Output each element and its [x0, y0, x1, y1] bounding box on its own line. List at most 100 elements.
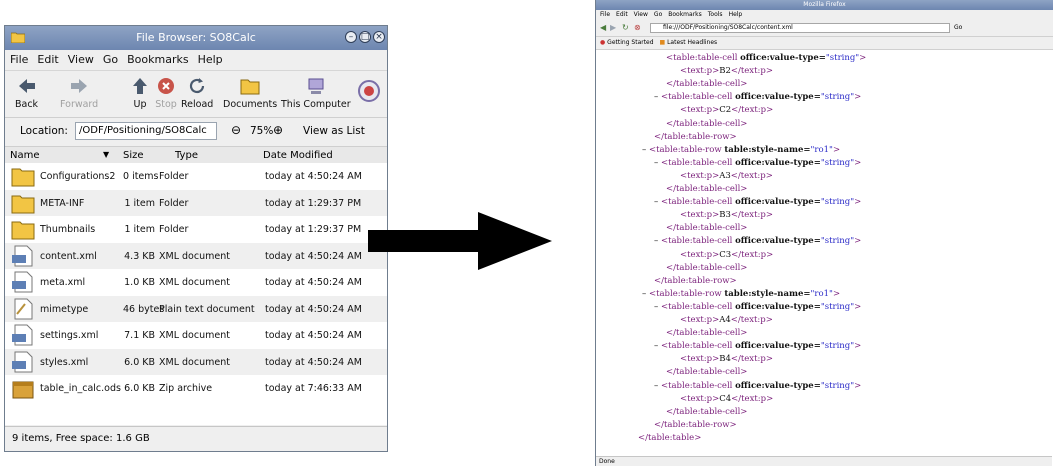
- xml-line[interactable]: – <table:table-row table:style-name="ro1…: [642, 145, 840, 155]
- browser-menu-view[interactable]: View: [634, 11, 648, 18]
- browser-titlebar[interactable]: Mozilla Firefox: [596, 0, 1053, 10]
- browser-menu-help[interactable]: Help: [729, 11, 743, 18]
- stop-button[interactable]: Stop: [155, 75, 177, 110]
- forward-button[interactable]: Forward: [60, 75, 98, 110]
- file-row[interactable]: mimetype 46 bytes Plain text document today…: [5, 295, 387, 322]
- xml-tag-close: >: [832, 288, 841, 299]
- xml-line[interactable]: – <table:table-cell office:value-type="s…: [654, 341, 861, 351]
- zoom-out-icon[interactable]: ⊖: [231, 123, 241, 137]
- zoom-level[interactable]: 75%: [250, 125, 273, 137]
- xml-text: B2: [719, 66, 731, 77]
- file-row[interactable]: Configurations2 0 items Folder today at 4:5…: [5, 163, 387, 189]
- browser-menu-go[interactable]: Go: [654, 11, 662, 18]
- file-row[interactable]: settings.xml 7.1 KB XML document today at 4…: [5, 322, 387, 348]
- xml-tag: </table:table>: [638, 432, 702, 443]
- xml-line[interactable]: – <table:table-cell office:value-type="s…: [654, 381, 861, 391]
- xml-end-tag: </text:p>: [731, 249, 774, 260]
- xml-tag: <table:table-cell: [660, 92, 736, 103]
- file-row[interactable]: meta.xml 1.0 KB XML document today at 4:50:…: [5, 269, 387, 295]
- xml-line: </table:table-cell>: [666, 367, 747, 377]
- location-input[interactable]: /ODF/Positioning/SO8Calc: [75, 122, 217, 140]
- documents-button[interactable]: Documents: [223, 75, 277, 110]
- menu-edit[interactable]: Edit: [32, 50, 62, 66]
- close-button[interactable]: ×: [373, 31, 385, 43]
- bookmark-getting-started[interactable]: Getting Started: [607, 39, 653, 46]
- file-row[interactable]: Thumbnails 1 item Folder today at 1:29:37 P…: [5, 216, 387, 242]
- collapse-toggle[interactable]: –: [642, 145, 646, 155]
- file-row[interactable]: styles.xml 6.0 KB XML document today at 4:5…: [5, 348, 387, 375]
- menu-go[interactable]: Go: [98, 50, 122, 66]
- reload-icon: [190, 78, 205, 94]
- sort-descending-icon[interactable]: ▼: [103, 150, 109, 159]
- browser-menu-edit[interactable]: Edit: [616, 11, 628, 18]
- collapse-toggle[interactable]: –: [654, 236, 658, 246]
- minimize-button[interactable]: –: [345, 31, 357, 43]
- xml-tag-close: >: [859, 53, 867, 63]
- file-browser-titlebar[interactable]: File Browser: SO8Calc – □ ×: [5, 26, 387, 50]
- collapse-toggle[interactable]: –: [654, 302, 658, 312]
- menu-bookmarks[interactable]: Bookmarks: [122, 50, 192, 66]
- xml-document-icon: [11, 324, 35, 346]
- xml-end-tag: </text:p>: [730, 315, 773, 325]
- up-button[interactable]: Up: [129, 75, 151, 110]
- xml-tag: </table:table-row>: [654, 131, 737, 142]
- forward-icon[interactable]: ▶: [610, 23, 616, 32]
- back-icon[interactable]: ◀: [600, 23, 606, 32]
- xml-line: <text:p>C4</text:p>: [680, 394, 773, 404]
- collapse-toggle[interactable]: –: [654, 197, 658, 207]
- column-date-modified[interactable]: Date Modified: [263, 150, 333, 161]
- xml-end-tag: </text:p>: [731, 393, 774, 404]
- xml-line[interactable]: – <table:table-cell office:value-type="s…: [654, 302, 861, 312]
- file-name: Thumbnails: [40, 224, 96, 235]
- file-row[interactable]: content.xml 4.3 KB XML document today at 4:…: [5, 242, 387, 269]
- column-type[interactable]: Type: [175, 150, 198, 161]
- xml-attribute-value: "string": [820, 92, 855, 103]
- bookmarks-toolbar: ● Getting Started ■ Latest Headlines: [596, 37, 1053, 50]
- maximize-button[interactable]: □: [359, 31, 371, 43]
- xml-tag: </table:table-cell>: [666, 328, 748, 339]
- browser-menu-tools[interactable]: Tools: [708, 11, 723, 18]
- file-date: today at 4:50:24 AM: [265, 356, 362, 368]
- file-row[interactable]: META-INF 1 item Folder today at 1:29:37 PM: [5, 189, 387, 216]
- url-bar[interactable]: file:///ODF/Positioning/SO8Calc/content.…: [650, 23, 950, 33]
- collapse-toggle[interactable]: –: [654, 341, 658, 351]
- collapse-toggle[interactable]: –: [642, 289, 646, 299]
- browser-menu-bookmarks[interactable]: Bookmarks: [668, 11, 702, 18]
- xml-document-icon: [11, 271, 35, 293]
- xml-tag-close: >: [832, 144, 841, 155]
- menu-help[interactable]: Help: [193, 50, 227, 66]
- xml-document-icon: [11, 351, 35, 373]
- xml-line[interactable]: – <table:table-row table:style-name="ro1…: [642, 289, 840, 299]
- go-button[interactable]: Go: [954, 24, 962, 31]
- view-as-select[interactable]: View as List: [303, 125, 365, 137]
- xml-line[interactable]: – <table:table-cell office:value-type="s…: [654, 236, 861, 246]
- reload-icon[interactable]: ↻: [622, 23, 629, 32]
- xml-text: B4: [719, 354, 731, 365]
- xml-attribute-value: "string": [820, 197, 855, 208]
- column-name[interactable]: Name: [10, 150, 40, 161]
- file-name: meta.xml: [40, 277, 86, 288]
- collapse-toggle[interactable]: –: [654, 92, 658, 102]
- xml-tag: <table:table-cell: [660, 236, 736, 247]
- xml-line[interactable]: – <table:table-cell office:value-type="s…: [654, 197, 861, 207]
- browser-menu-file[interactable]: File: [600, 11, 610, 18]
- collapse-toggle[interactable]: –: [654, 381, 658, 391]
- file-row[interactable]: table_in_calc.ods 6.0 KB Zip archive today …: [5, 375, 387, 401]
- column-size[interactable]: Size: [123, 150, 144, 161]
- zoom-in-icon[interactable]: ⊕: [273, 123, 283, 137]
- menu-file[interactable]: File: [5, 50, 32, 66]
- file-type: Plain text document: [159, 303, 255, 315]
- file-date: today at 4:50:24 AM: [265, 171, 362, 182]
- back-button[interactable]: Back: [15, 75, 38, 110]
- xml-line[interactable]: – <table:table-cell office:value-type="s…: [654, 92, 861, 102]
- bookmark-latest-headlines[interactable]: Latest Headlines: [667, 39, 717, 46]
- reload-button[interactable]: Reload: [181, 75, 213, 110]
- collapse-toggle[interactable]: –: [654, 158, 658, 168]
- xml-tag: <text:p>: [680, 315, 720, 325]
- xml-tag: </table:table-cell>: [666, 118, 748, 129]
- stop-icon[interactable]: ⊗: [634, 23, 641, 32]
- xml-line[interactable]: – <table:table-cell office:value-type="s…: [654, 158, 861, 168]
- xml-attribute: table:style-name=: [724, 144, 811, 155]
- this-computer-button[interactable]: This Computer: [281, 75, 351, 110]
- menu-view[interactable]: View: [63, 50, 98, 66]
